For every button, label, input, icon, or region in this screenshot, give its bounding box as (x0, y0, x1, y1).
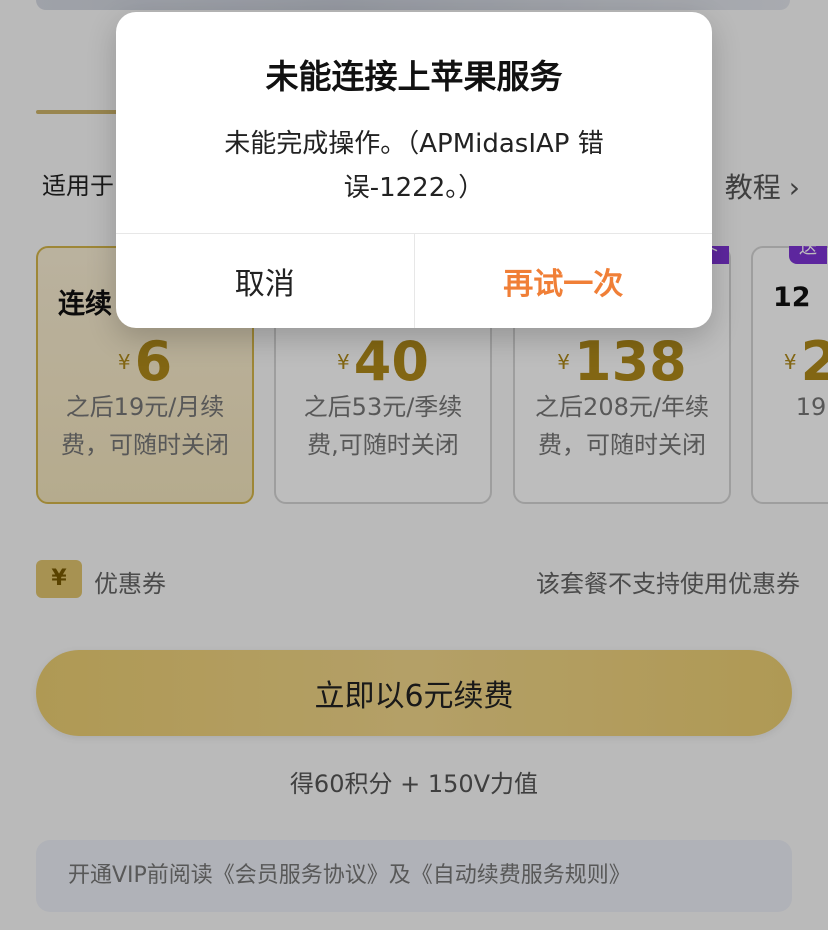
dialog-actions: 取消 再试一次 (116, 233, 712, 328)
error-dialog: 未能连接上苹果服务 未能完成操作。（APMidasIAP 错误-1222。） 取… (116, 12, 712, 328)
cancel-button[interactable]: 取消 (116, 234, 415, 328)
dialog-title: 未能连接上苹果服务 (265, 57, 563, 96)
dialog-message: 未能完成操作。（APMidasIAP 错误-1222。） (224, 129, 604, 203)
retry-button[interactable]: 再试一次 (415, 234, 713, 328)
